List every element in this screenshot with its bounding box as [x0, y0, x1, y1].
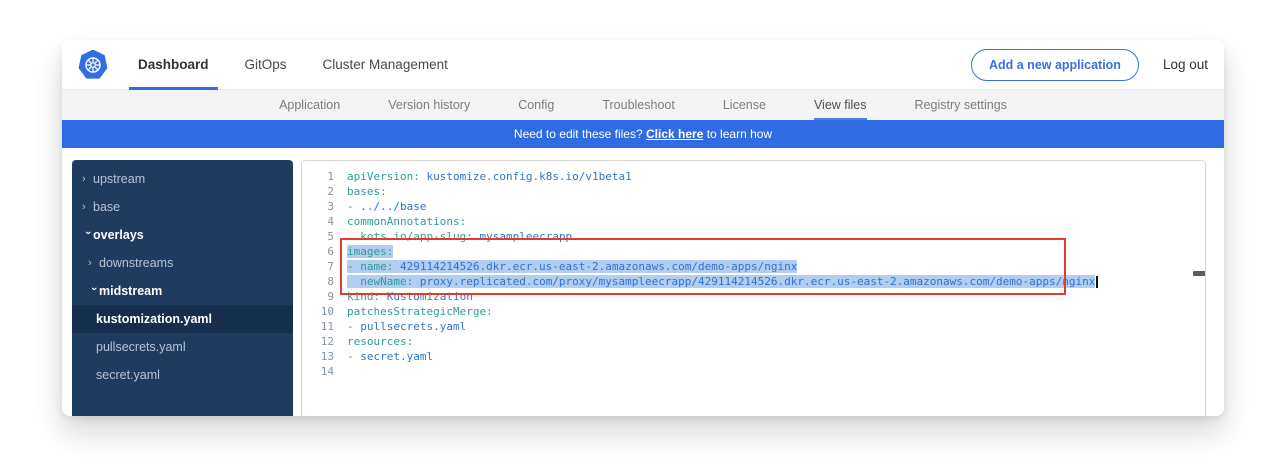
code-line-1[interactable]: 1apiVersion: kustomize.config.k8s.io/v1b…	[302, 169, 1205, 184]
file-tree-item-upstream[interactable]: ›upstream	[72, 165, 293, 193]
section-tab-config[interactable]: Config	[518, 90, 554, 120]
line-text: kots.io/app-slug: mysampleecrapp	[334, 229, 572, 244]
primary-tab-cluster-management[interactable]: Cluster Management	[314, 40, 457, 90]
code-line-5[interactable]: 5 kots.io/app-slug: mysampleecrapp	[302, 229, 1205, 244]
line-text: resources:	[334, 334, 413, 349]
section-tab-version-history[interactable]: Version history	[388, 90, 470, 120]
line-number: 14	[302, 364, 334, 379]
line-number: 10	[302, 304, 334, 319]
chevron-down-icon: ›	[82, 231, 93, 242]
helm-wheel-icon	[83, 55, 103, 75]
line-text: bases:	[334, 184, 387, 199]
app-section-tabs: Application Version history Config Troubles…	[62, 90, 1224, 120]
section-tab-view-files[interactable]: View files	[814, 90, 867, 120]
chevron-right-icon: ›	[82, 202, 93, 213]
code-line-7[interactable]: 7 - name: 429114214526.dkr.ecr.us-east-2.…	[302, 259, 1205, 274]
line-number: 7	[302, 259, 334, 274]
chevron-down-icon: ›	[88, 287, 99, 298]
section-tab-troubleshoot[interactable]: Troubleshoot	[602, 90, 675, 120]
section-tab-license[interactable]: License	[723, 90, 766, 120]
header-actions: Add a new application Log out	[971, 49, 1208, 81]
edit-files-banner: Need to edit these files? Click here to …	[62, 120, 1224, 148]
code-line-9[interactable]: 9kind: Kustomization	[302, 289, 1205, 304]
file-tree-item-pullsecrets-yaml[interactable]: pullsecrets.yaml	[72, 333, 293, 361]
primary-tab-dashboard[interactable]: Dashboard	[129, 40, 218, 90]
line-text	[334, 364, 347, 379]
line-number: 9	[302, 289, 334, 304]
editor-scrollbar-thumb[interactable]	[1193, 271, 1206, 276]
file-tree-item-midstream[interactable]: ›midstream	[72, 277, 293, 305]
logout-link[interactable]: Log out	[1163, 57, 1208, 72]
line-number: 6	[302, 244, 334, 259]
line-number: 12	[302, 334, 334, 349]
banner-text-after: to learn how	[707, 127, 772, 141]
admin-console-window: Dashboard GitOps Cluster Management Add a …	[62, 40, 1224, 416]
chevron-right-icon: ›	[88, 258, 99, 269]
add-new-application-button[interactable]: Add a new application	[971, 49, 1139, 81]
code-line-12[interactable]: 12resources:	[302, 334, 1205, 349]
code-line-11[interactable]: 11- pullsecrets.yaml	[302, 319, 1205, 334]
line-number: 4	[302, 214, 334, 229]
file-tree-item-label: pullsecrets.yaml	[96, 340, 186, 354]
file-tree-item-label: midstream	[99, 284, 162, 298]
top-nav-bar: Dashboard GitOps Cluster Management Add a …	[62, 40, 1224, 90]
file-tree-item-kustomization-yaml[interactable]: kustomization.yaml	[72, 305, 293, 333]
line-text: - pullsecrets.yaml	[334, 319, 466, 334]
file-tree-item-label: overlays	[93, 228, 144, 242]
code-line-4[interactable]: 4commonAnnotations:	[302, 214, 1205, 229]
file-tree-item-base[interactable]: ›base	[72, 193, 293, 221]
line-text: - secret.yaml	[334, 349, 433, 364]
file-tree-item-overlays[interactable]: ›overlays	[72, 221, 293, 249]
file-tree-item-label: secret.yaml	[96, 368, 160, 382]
file-tree-item-label: kustomization.yaml	[96, 312, 212, 326]
code-line-3[interactable]: 3- ../../base	[302, 199, 1205, 214]
section-tab-registry-settings[interactable]: Registry settings	[915, 90, 1007, 120]
code-area[interactable]: 1apiVersion: kustomize.config.k8s.io/v1b…	[302, 161, 1205, 379]
kubernetes-logo-icon	[78, 50, 108, 80]
file-tree-item-label: base	[93, 200, 120, 214]
line-text: - name: 429114214526.dkr.ecr.us-east-2.a…	[334, 259, 797, 274]
line-number: 1	[302, 169, 334, 184]
line-text: - ../../base	[334, 199, 426, 214]
yaml-code-editor[interactable]: 1apiVersion: kustomize.config.k8s.io/v1b…	[301, 160, 1206, 416]
file-tree-panel: ›upstream›base›overlays›downstreams›mids…	[72, 160, 293, 416]
file-tree-item-downstreams[interactable]: ›downstreams	[72, 249, 293, 277]
section-tab-application[interactable]: Application	[279, 90, 340, 120]
code-line-8[interactable]: 8 newName: proxy.replicated.com/proxy/my…	[302, 274, 1205, 289]
line-number: 5	[302, 229, 334, 244]
line-number: 3	[302, 199, 334, 214]
selected-text: newName: proxy.replicated.com/proxy/mysa…	[347, 275, 1095, 288]
code-line-2[interactable]: 2bases:	[302, 184, 1205, 199]
line-number: 8	[302, 274, 334, 289]
code-line-6[interactable]: 6 images:	[302, 244, 1205, 259]
file-tree-item-secret-yaml[interactable]: secret.yaml	[72, 361, 293, 389]
selected-text: - name: 429114214526.dkr.ecr.us-east-2.a…	[347, 260, 797, 273]
line-text: kind: Kustomization	[334, 289, 473, 304]
code-line-13[interactable]: 13- secret.yaml	[302, 349, 1205, 364]
code-line-14[interactable]: 14	[302, 364, 1205, 379]
file-tree-item-label: downstreams	[99, 256, 173, 270]
line-text: apiVersion: kustomize.config.k8s.io/v1be…	[334, 169, 632, 184]
chevron-right-icon: ›	[82, 174, 93, 185]
banner-click-here-link[interactable]: Click here	[646, 127, 703, 141]
line-text: newName: proxy.replicated.com/proxy/mysa…	[334, 274, 1098, 289]
line-number: 2	[302, 184, 334, 199]
code-line-10[interactable]: 10patchesStrategicMerge:	[302, 304, 1205, 319]
banner-text-before: Need to edit these files?	[514, 127, 643, 141]
line-text: images:	[334, 244, 393, 259]
primary-tab-gitops[interactable]: GitOps	[236, 40, 296, 90]
primary-nav-tabs: Dashboard GitOps Cluster Management	[120, 40, 466, 90]
line-number: 11	[302, 319, 334, 334]
text-cursor	[1096, 276, 1098, 288]
line-text: commonAnnotations:	[334, 214, 466, 229]
selected-text: images:	[347, 245, 393, 258]
line-number: 13	[302, 349, 334, 364]
view-files-content: ›upstream›base›overlays›downstreams›mids…	[62, 148, 1224, 415]
file-tree-item-label: upstream	[93, 172, 145, 186]
line-text: patchesStrategicMerge:	[334, 304, 493, 319]
